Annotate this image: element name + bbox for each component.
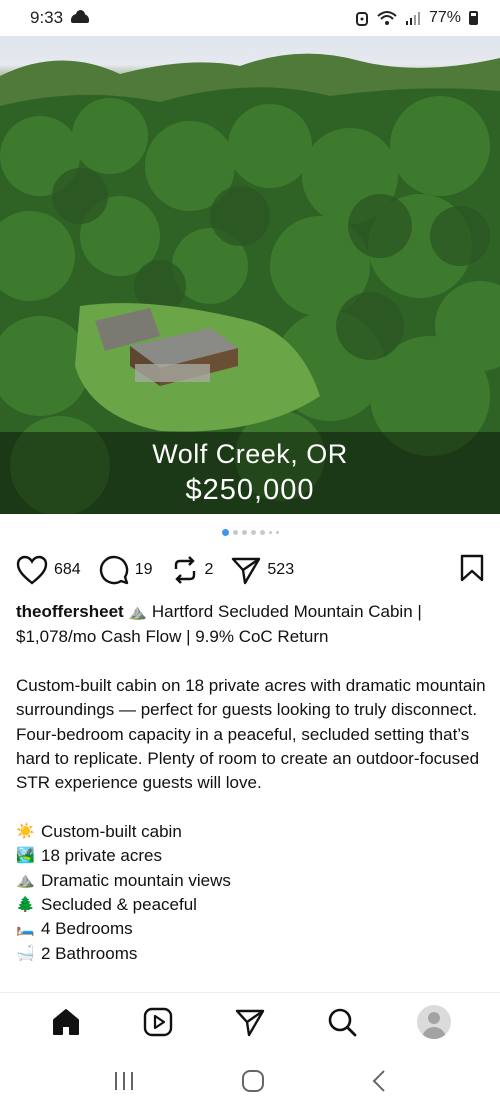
- home-button-icon[interactable]: [241, 1069, 265, 1093]
- send-icon: [235, 1009, 265, 1036]
- bottom-navigation: [0, 992, 500, 1050]
- carousel-dot: [275, 531, 279, 534]
- listing-price: $250,000: [185, 474, 315, 506]
- carousel-dot: [241, 530, 247, 535]
- post-image[interactable]: Wolf Creek, OR $250,000: [0, 36, 500, 514]
- feature-text: 4 Bedrooms: [41, 919, 133, 939]
- status-time: 9:33: [30, 8, 64, 27]
- nav-direct[interactable]: [226, 998, 274, 1046]
- feature-item: 🏞️ 18 private acres: [16, 844, 486, 868]
- share-count: 523: [267, 561, 295, 578]
- search-icon: [328, 1008, 357, 1036]
- status-bar: 9:33 77%: [0, 0, 500, 36]
- save-button[interactable]: [460, 554, 484, 587]
- carousel-dot: [250, 530, 256, 535]
- feature-item: 🛁 2 Bathrooms: [16, 942, 486, 966]
- carousel-dot: [232, 530, 238, 535]
- nav-search[interactable]: [318, 998, 366, 1046]
- carousel-indicator: [0, 529, 500, 536]
- send-icon: [232, 557, 261, 585]
- cloud-icon: [71, 9, 90, 23]
- tree-emoji: 🌲: [16, 896, 35, 914]
- comment-button[interactable]: 19: [99, 555, 153, 585]
- carousel-dot-active: [221, 529, 229, 536]
- recent-apps-icon[interactable]: [113, 1071, 135, 1091]
- feature-text: 2 Bathrooms: [41, 943, 138, 963]
- feature-item: ☀️ Custom-built cabin: [16, 820, 486, 844]
- share-button[interactable]: 523: [231, 555, 294, 585]
- bathtub-emoji: 🛁: [16, 944, 35, 962]
- nav-home[interactable]: [42, 998, 90, 1046]
- like-count: 684: [54, 561, 81, 578]
- feature-item: 🛏️ 4 Bedrooms: [16, 917, 486, 941]
- nav-reels[interactable]: [134, 998, 182, 1046]
- avatar: [417, 1004, 451, 1039]
- reels-icon: [143, 1007, 173, 1036]
- wifi-icon: [377, 11, 397, 25]
- repost-icon: [174, 556, 195, 584]
- mountain-emoji: ⛰️: [128, 604, 148, 621]
- headline-text-line1: Hartford Secluded Mountain Cabin |: [151, 602, 422, 621]
- repost-button[interactable]: 2: [171, 555, 214, 585]
- feature-text: Custom-built cabin: [41, 821, 182, 841]
- signal-icon: [405, 12, 420, 25]
- bookmark-icon: [460, 554, 484, 581]
- feature-text: Dramatic mountain views: [41, 870, 231, 890]
- nav-profile[interactable]: [410, 998, 458, 1046]
- battery-percent: 77%: [428, 9, 461, 26]
- listing-location: Wolf Creek, OR: [152, 439, 348, 469]
- post-actions: 684 19 2 523: [16, 552, 484, 588]
- bed-emoji: 🛏️: [16, 920, 35, 938]
- landscape-emoji: 🏞️: [16, 847, 35, 865]
- caption-paragraph-2: Four-bedroom capacity in a peaceful, sec…: [16, 724, 480, 793]
- feature-text: Secluded & peaceful: [41, 895, 197, 915]
- alarm-icon: [355, 12, 368, 26]
- caption-headline: theoffersheet ⛰️ Hartford Secluded Mount…: [16, 600, 486, 650]
- carousel-dot: [268, 531, 272, 534]
- system-navigation-bar: [0, 1050, 500, 1112]
- battery-icon: [469, 11, 478, 25]
- home-icon: [53, 1008, 79, 1035]
- like-button[interactable]: 684: [16, 555, 81, 585]
- feature-text: 18 private acres: [41, 846, 162, 866]
- mountain-emoji: ⛰️: [16, 871, 35, 889]
- post-caption: theoffersheet ⛰️ Hartford Secluded Mount…: [16, 600, 486, 966]
- heart-icon: [16, 555, 48, 585]
- feature-item: ⛰️ Dramatic mountain views: [16, 869, 486, 893]
- caption-paragraph-1: Custom-built cabin on 18 private acres w…: [16, 675, 486, 720]
- sun-emoji: ☀️: [16, 822, 35, 840]
- repost-count: 2: [204, 561, 214, 578]
- carousel-dot: [259, 530, 265, 535]
- headline-text-line2: $1,078/mo Cash Flow | 9.9% CoC Return: [16, 627, 329, 647]
- image-caption-overlay: Wolf Creek, OR $250,000: [0, 432, 500, 514]
- comment-count: 19: [134, 561, 153, 578]
- back-icon[interactable]: [371, 1069, 387, 1093]
- comment-icon: [99, 555, 128, 585]
- feature-item: 🌲 Secluded & peaceful: [16, 893, 486, 917]
- username-link[interactable]: theoffersheet: [16, 602, 124, 621]
